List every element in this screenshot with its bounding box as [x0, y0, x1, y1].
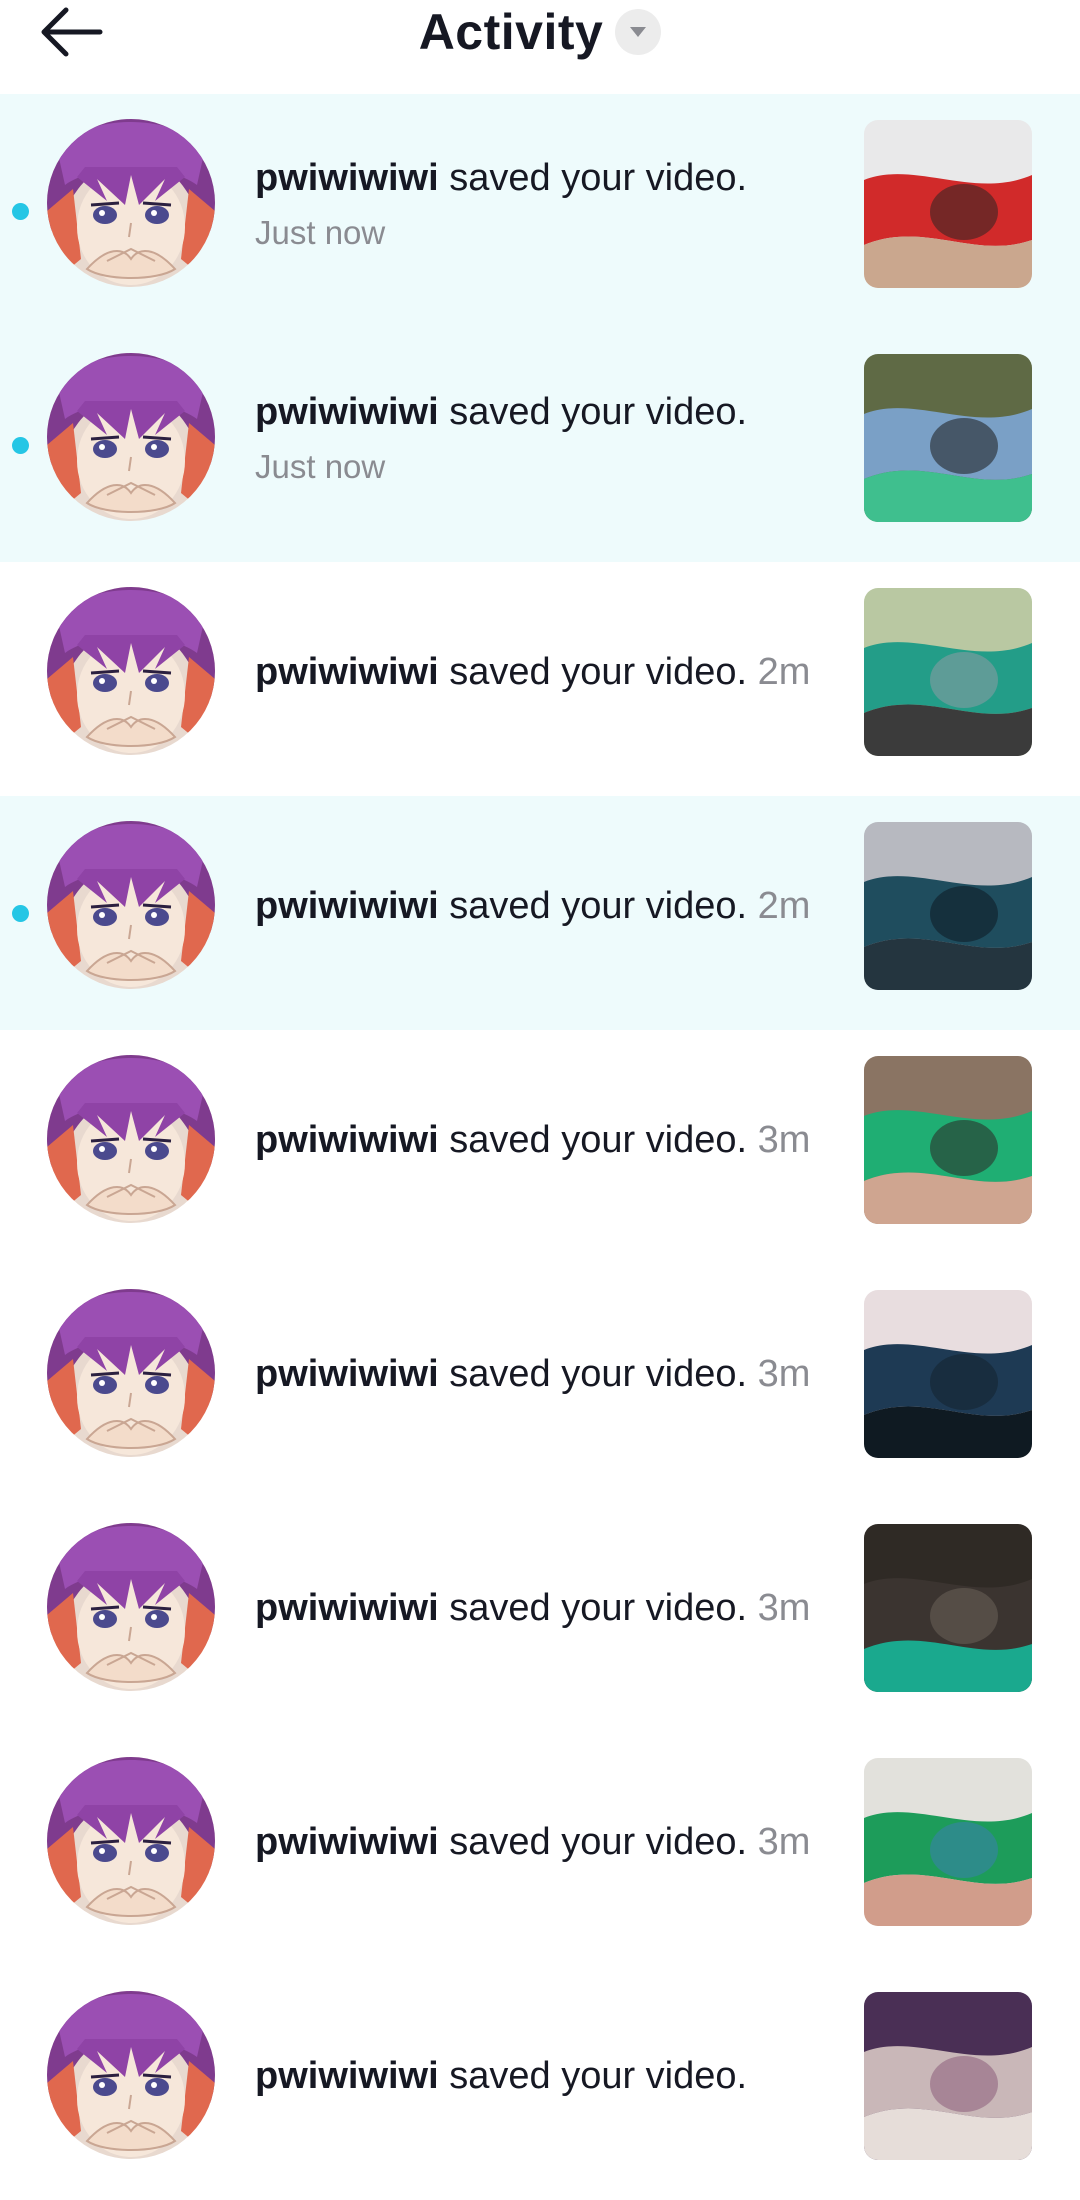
avatar[interactable] — [47, 1523, 215, 1691]
header-bar: Activity — [0, 0, 1080, 94]
username-link[interactable]: pwiwiwiwi — [255, 1587, 439, 1629]
notification-action: saved your video. — [438, 1821, 748, 1863]
notification-line: pwiwiwiwi saved your video. — [255, 388, 835, 436]
avatar[interactable] — [47, 1289, 215, 1457]
activity-list: pwiwiwiwi saved your video. Just now pwiwi… — [0, 94, 1080, 2200]
username-link[interactable]: pwiwiwiwi — [255, 1353, 439, 1395]
username-link[interactable]: pwiwiwiwi — [255, 2055, 439, 2097]
notification-line: pwiwiwiwi saved your video. — [255, 2052, 835, 2100]
notification-action: saved your video. — [438, 1353, 748, 1395]
notification-text: pwiwiwiwi saved your video. 3m — [255, 1350, 835, 1398]
notification-line: pwiwiwiwi saved your video. 2m — [255, 882, 835, 930]
avatar[interactable] — [47, 1055, 215, 1223]
video-thumbnail[interactable] — [864, 1524, 1032, 1692]
notification-action: saved your video. — [438, 1587, 748, 1629]
avatar[interactable] — [47, 1757, 215, 1925]
notification-line: pwiwiwiwi saved your video. 3m — [255, 1350, 835, 1398]
timestamp: Just now — [255, 448, 386, 485]
notification-text: pwiwiwiwi saved your video. 3m — [255, 1116, 835, 1164]
activity-row[interactable]: pwiwiwiwi saved your video. 3m — [0, 1030, 1080, 1264]
avatar[interactable] — [47, 353, 215, 521]
video-thumbnail[interactable] — [864, 822, 1032, 990]
username-link[interactable]: pwiwiwiwi — [255, 1821, 439, 1863]
activity-row[interactable]: pwiwiwiwi saved your video. Just now — [0, 94, 1080, 328]
activity-row[interactable]: pwiwiwiwi saved your video. 3m — [0, 1264, 1080, 1498]
activity-row[interactable]: pwiwiwiwi saved your video. 3m — [0, 1498, 1080, 1732]
unread-dot — [12, 437, 29, 454]
notification-text: pwiwiwiwi saved your video. 2m — [255, 648, 835, 696]
timestamp: 3m — [757, 1821, 811, 1863]
avatar[interactable] — [47, 587, 215, 755]
notification-text: pwiwiwiwi saved your video. — [255, 2052, 835, 2100]
title-dropdown-button[interactable] — [615, 9, 662, 55]
username-link[interactable]: pwiwiwiwi — [255, 651, 439, 693]
notification-line: pwiwiwiwi saved your video. 2m — [255, 648, 835, 696]
unread-dot — [12, 905, 29, 922]
timestamp: 2m — [757, 885, 811, 927]
notification-line: pwiwiwiwi saved your video. — [255, 154, 835, 202]
notification-action: saved your video. — [438, 2055, 748, 2097]
notification-line: pwiwiwiwi saved your video. 3m — [255, 1116, 835, 1164]
unread-dot — [12, 203, 29, 220]
username-link[interactable]: pwiwiwiwi — [255, 157, 439, 199]
notification-action: saved your video. — [438, 1119, 748, 1161]
timestamp: 3m — [757, 1353, 811, 1395]
caret-down-icon — [630, 27, 647, 37]
timestamp: Just now — [255, 214, 386, 251]
video-thumbnail[interactable] — [864, 588, 1032, 756]
notification-line: pwiwiwiwi saved your video. 3m — [255, 1584, 835, 1632]
video-thumbnail[interactable] — [864, 120, 1032, 288]
video-thumbnail[interactable] — [864, 1758, 1032, 1926]
username-link[interactable]: pwiwiwiwi — [255, 1119, 439, 1161]
activity-row[interactable]: pwiwiwiwi saved your video. 3m — [0, 1732, 1080, 1966]
notification-text: pwiwiwiwi saved your video. Just now — [255, 388, 835, 490]
avatar[interactable] — [47, 821, 215, 989]
notification-text: pwiwiwiwi saved your video. 2m — [255, 882, 835, 930]
notification-text: pwiwiwiwi saved your video. Just now — [255, 154, 835, 256]
video-thumbnail[interactable] — [864, 1290, 1032, 1458]
notification-text: pwiwiwiwi saved your video. 3m — [255, 1584, 835, 1632]
username-link[interactable]: pwiwiwiwi — [255, 391, 439, 433]
timestamp: 2m — [757, 651, 811, 693]
notification-action: saved your video. — [438, 157, 748, 199]
activity-row[interactable]: pwiwiwiwi saved your video. — [0, 1966, 1080, 2200]
page-title: Activity — [418, 4, 604, 60]
notification-action: saved your video. — [438, 651, 748, 693]
timestamp: 3m — [757, 1119, 811, 1161]
timestamp: 3m — [757, 1587, 811, 1629]
notification-text: pwiwiwiwi saved your video. 3m — [255, 1818, 835, 1866]
video-thumbnail[interactable] — [864, 354, 1032, 522]
username-link[interactable]: pwiwiwiwi — [255, 885, 439, 927]
notification-action: saved your video. — [438, 391, 748, 433]
video-thumbnail[interactable] — [864, 1992, 1032, 2160]
activity-row[interactable]: pwiwiwiwi saved your video. 2m — [0, 562, 1080, 796]
video-thumbnail[interactable] — [864, 1056, 1032, 1224]
activity-row[interactable]: pwiwiwiwi saved your video. Just now — [0, 328, 1080, 562]
avatar[interactable] — [47, 1991, 215, 2159]
notification-line: pwiwiwiwi saved your video. 3m — [255, 1818, 835, 1866]
avatar[interactable] — [47, 119, 215, 287]
activity-row[interactable]: pwiwiwiwi saved your video. 2m — [0, 796, 1080, 1030]
notification-action: saved your video. — [438, 885, 748, 927]
title-wrap: Activity — [0, 0, 1080, 64]
